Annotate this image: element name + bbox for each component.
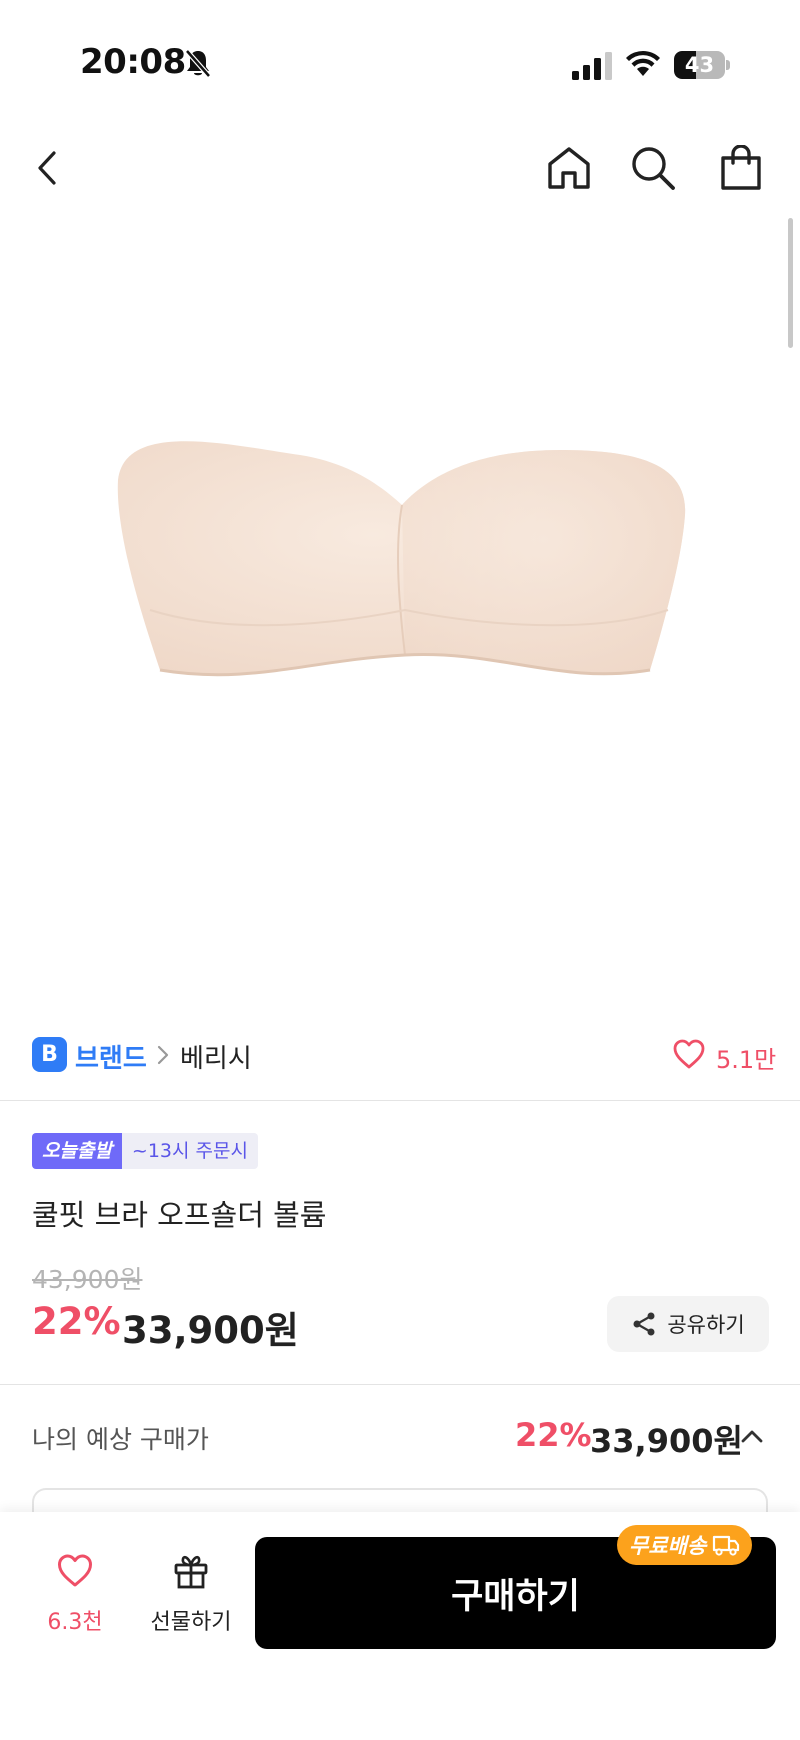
gift-button[interactable]: 선물하기 <box>146 1552 236 1642</box>
brand-link[interactable]: 브랜드 <box>75 1038 147 1075</box>
home-button[interactable] <box>541 140 597 196</box>
original-price: 43,900원 <box>32 1265 143 1294</box>
today-shipping-badge: 오늘출발 <box>32 1133 122 1169</box>
status-time: 20:08 <box>80 42 186 82</box>
home-icon <box>548 147 590 189</box>
wifi-icon <box>626 50 660 76</box>
discount-rate: 22% <box>32 1300 121 1343</box>
order-deadline-badge: ~13시 주문시 <box>121 1133 258 1169</box>
battery-indicator: 43 <box>674 51 730 79</box>
free-shipping-label: 무료배송 <box>629 1534 707 1558</box>
brand-badge: B <box>32 1037 67 1072</box>
buy-label: 구매하기 <box>451 1576 580 1617</box>
expected-discount: 22% <box>515 1416 592 1454</box>
expected-price-label: 나의 예상 구매가 <box>32 1425 209 1454</box>
sale-price: 33,900원 <box>122 1309 299 1352</box>
battery-percent: 43 <box>684 53 715 77</box>
bell-off-icon <box>185 49 211 78</box>
wishlist-button[interactable]: 6.3천 <box>40 1552 110 1642</box>
heart-icon[interactable] <box>672 1037 706 1071</box>
like-count: 5.1만 <box>716 1046 777 1074</box>
shopping-bag-button[interactable] <box>713 140 769 196</box>
chevron-left-icon <box>38 151 56 185</box>
search-icon <box>632 147 675 190</box>
expected-price-row[interactable]: 나의 예상 구매가 22% 33,900원 <box>0 1410 800 1466</box>
back-button[interactable] <box>20 140 76 196</box>
expected-price: 33,900원 <box>590 1422 743 1460</box>
share-icon <box>633 1312 655 1336</box>
chevron-up-icon[interactable] <box>740 1428 764 1444</box>
delivery-tag: 오늘출발 ~13시 주문시 <box>32 1133 258 1169</box>
status-bar: 20:08 43 <box>0 0 800 120</box>
top-nav-bar <box>0 130 800 206</box>
heart-icon <box>58 1554 92 1587</box>
divider <box>0 1384 800 1385</box>
product-title: 쿨핏 브라 오프숄더 볼륨 <box>32 1198 327 1232</box>
gift-icon <box>174 1555 208 1589</box>
share-label: 공유하기 <box>667 1313 745 1337</box>
share-button[interactable]: 공유하기 <box>607 1296 769 1352</box>
product-image[interactable] <box>0 215 800 1015</box>
divider <box>0 1100 800 1101</box>
wishlist-count: 6.3천 <box>47 1610 103 1635</box>
gift-label: 선물하기 <box>150 1610 232 1635</box>
brand-name-link[interactable]: 베리시 <box>180 1038 252 1075</box>
search-button[interactable] <box>625 140 681 196</box>
cellular-signal-icon <box>572 52 612 80</box>
brand-row: B 브랜드 베리시 5.1만 <box>0 1030 800 1080</box>
chevron-right-icon <box>157 1045 169 1065</box>
free-shipping-badge: 무료배송 <box>617 1525 753 1565</box>
bottom-action-bar: 6.3천 선물하기 구매하기 무료배송 <box>0 1512 800 1740</box>
truck-icon <box>713 1535 740 1556</box>
shopping-bag-icon <box>721 145 761 190</box>
